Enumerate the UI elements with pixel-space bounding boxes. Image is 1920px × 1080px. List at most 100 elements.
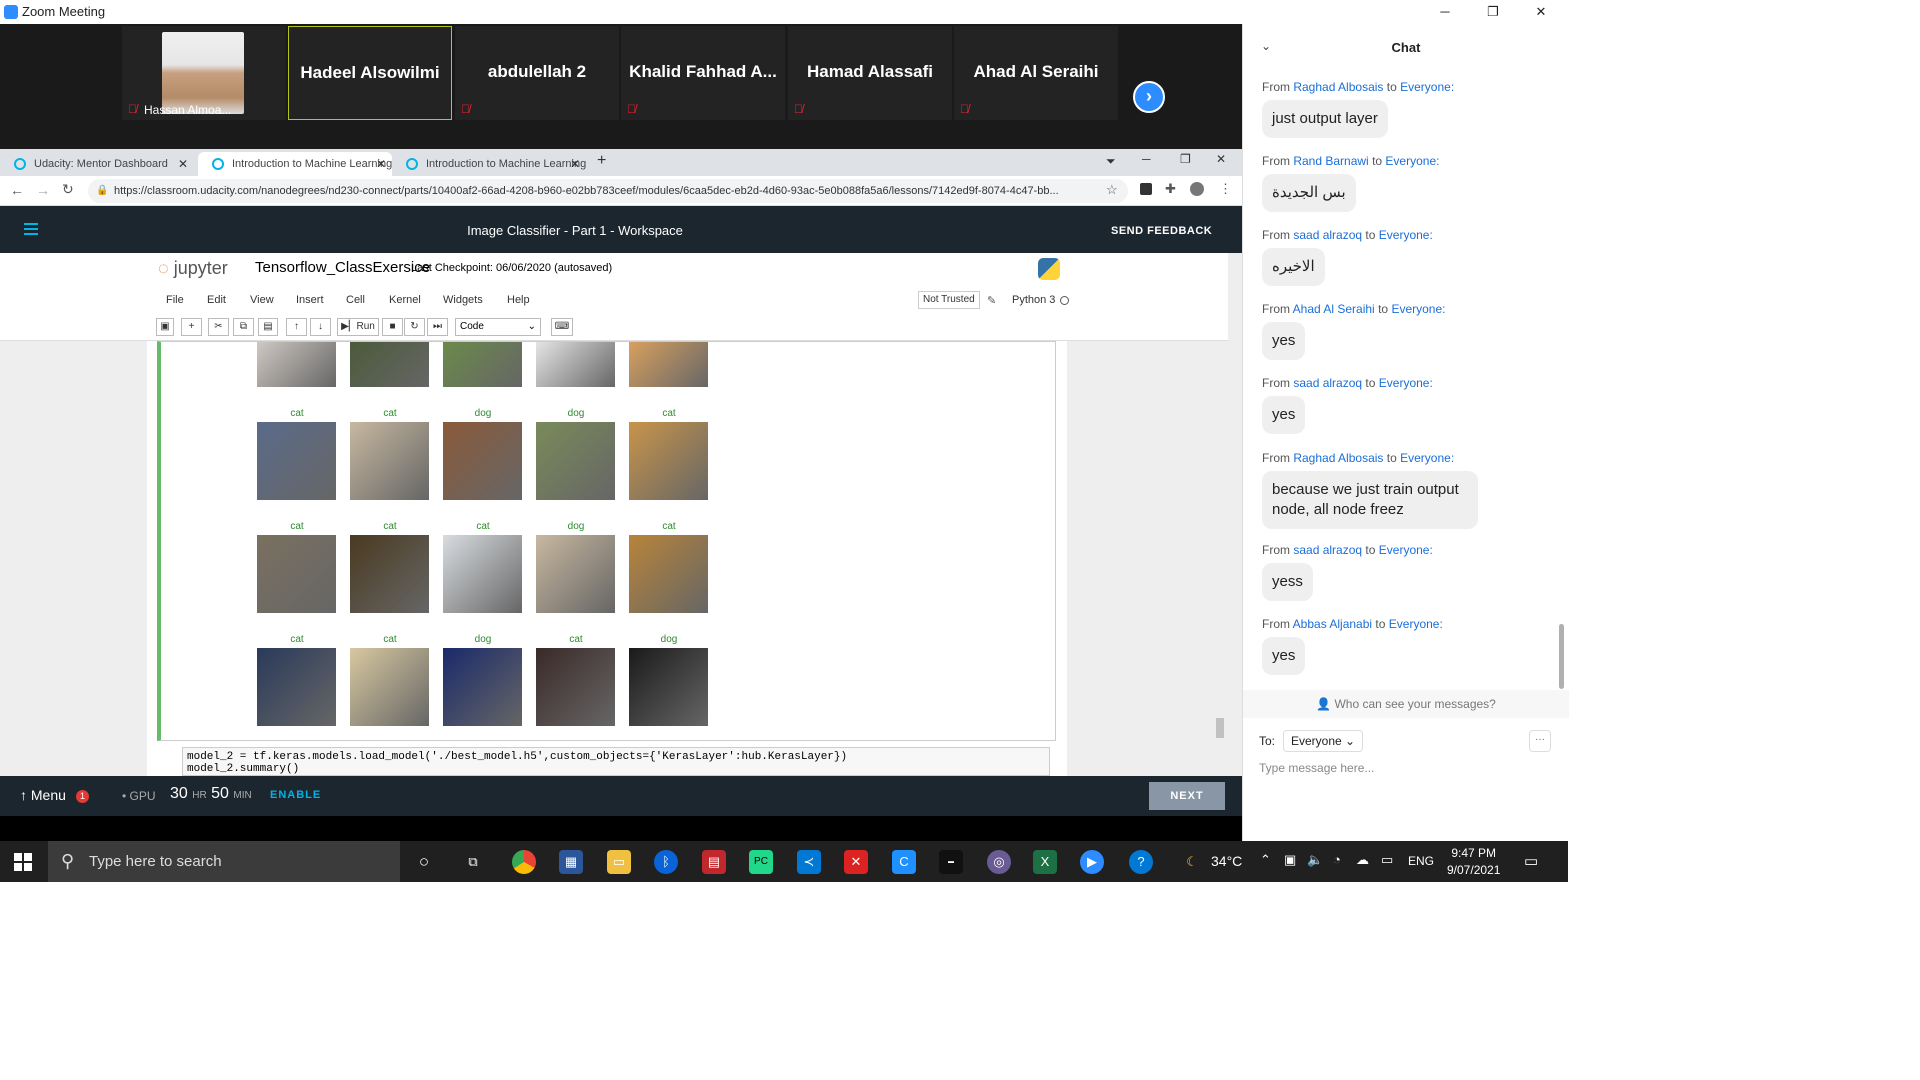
zoom-icon[interactable]: ▶ bbox=[1080, 850, 1104, 874]
minimize-button[interactable]: ─ bbox=[1422, 2, 1468, 22]
paste-icon[interactable]: ▤ bbox=[258, 318, 278, 336]
weather-temperature[interactable]: 34°C bbox=[1211, 853, 1242, 869]
next-participants-button[interactable]: › bbox=[1133, 81, 1165, 113]
restart-run-all-icon[interactable]: ⏭ bbox=[427, 318, 448, 336]
enable-gpu-button[interactable]: ENABLE bbox=[270, 789, 321, 801]
system-clock[interactable]: 9:47 PM 9/07/2021 bbox=[1447, 845, 1500, 879]
edit-pencil-icon[interactable]: ✎ bbox=[987, 294, 996, 307]
url-field[interactable]: https://classroom.udacity.com/nanodegree… bbox=[88, 179, 1128, 203]
notebook-scrollbar[interactable] bbox=[1214, 348, 1226, 768]
code-cell[interactable]: model_2 = tf.keras.models.load_model('./… bbox=[182, 747, 1050, 776]
close-tab-icon[interactable]: ✕ bbox=[178, 152, 188, 176]
excel-icon[interactable]: X bbox=[1033, 850, 1057, 874]
bluetooth-icon[interactable]: ᛒ bbox=[654, 850, 678, 874]
restart-icon[interactable]: ↻ bbox=[404, 318, 425, 336]
back-arrow-icon[interactable]: ← bbox=[10, 182, 24, 198]
sender-name[interactable]: Abbas Aljanabi bbox=[1293, 617, 1372, 631]
app-icon[interactable]: C bbox=[892, 850, 916, 874]
chat-scrollbar[interactable] bbox=[1557, 69, 1565, 689]
sender-name[interactable]: Raghad Albosais bbox=[1293, 451, 1383, 465]
sender-name[interactable]: saad alrazoq bbox=[1293, 543, 1362, 557]
browser-tab[interactable]: Introduction to Machine Learning ✕ bbox=[392, 152, 586, 176]
file-explorer-icon[interactable]: ▭ bbox=[607, 850, 631, 874]
volume-icon[interactable]: 🔈 bbox=[1307, 852, 1323, 868]
notifications-icon[interactable]: ▭ bbox=[1524, 852, 1538, 870]
run-button[interactable]: ▶▏Run bbox=[337, 318, 379, 336]
browser-minimize-icon[interactable]: ─ bbox=[1142, 152, 1151, 166]
menu-button[interactable]: ↑ Menu bbox=[20, 787, 66, 803]
taskbar-search-box[interactable]: ⚲ Type here to search bbox=[48, 841, 400, 882]
more-options-button[interactable]: ··· bbox=[1529, 730, 1551, 752]
app-icon[interactable]: ◎ bbox=[987, 850, 1011, 874]
app-icon[interactable]: ✕ bbox=[844, 850, 868, 874]
command-palette-icon[interactable]: ⌨ bbox=[551, 318, 573, 336]
sender-name[interactable]: saad alrazoq bbox=[1293, 376, 1362, 390]
show-hidden-icons-icon[interactable]: ⌃ bbox=[1260, 852, 1271, 868]
maximize-button[interactable]: ❐ bbox=[1470, 2, 1516, 22]
participant-tile[interactable]: Ahad Al Seraihi 🎙̸ bbox=[954, 26, 1118, 120]
menu-help[interactable]: Help bbox=[507, 294, 530, 306]
sender-name[interactable]: Ahad Al Seraihi bbox=[1293, 302, 1375, 316]
cortana-icon[interactable]: ○ bbox=[412, 850, 436, 874]
close-tab-icon[interactable]: ✕ bbox=[570, 152, 580, 176]
browser-menu-icon[interactable]: ⋮ bbox=[1219, 181, 1232, 197]
app-icon[interactable]: ▤ bbox=[702, 850, 726, 874]
participant-tile[interactable]: abdulellah 2 🎙̸ bbox=[455, 26, 619, 120]
menu-edit[interactable]: Edit bbox=[207, 294, 226, 306]
sender-name[interactable]: Raghad Albosais bbox=[1293, 80, 1383, 94]
not-trusted-badge[interactable]: Not Trusted bbox=[918, 291, 980, 309]
puzzle-extensions-icon[interactable]: ✚ bbox=[1165, 181, 1176, 197]
menu-cell[interactable]: Cell bbox=[346, 294, 365, 306]
weather-moon-icon[interactable]: ☾ bbox=[1180, 850, 1204, 874]
copy-icon[interactable]: ⧉ bbox=[233, 318, 254, 336]
profile-avatar-icon[interactable] bbox=[1190, 182, 1204, 196]
extension-icon[interactable] bbox=[1140, 183, 1152, 195]
chat-message-input[interactable]: Type message here... bbox=[1259, 761, 1374, 775]
vscode-icon[interactable]: ≺ bbox=[797, 850, 821, 874]
next-button[interactable]: NEXT bbox=[1149, 782, 1225, 810]
browser-tab[interactable]: Introduction to Machine Learning ✕ bbox=[198, 152, 392, 176]
input-language[interactable]: ENG bbox=[1408, 854, 1434, 868]
onedrive-icon[interactable]: ☁ bbox=[1356, 852, 1369, 868]
cut-icon[interactable]: ✂ bbox=[208, 318, 229, 336]
browser-close-icon[interactable]: ✕ bbox=[1216, 152, 1226, 166]
reload-icon[interactable]: ↻ bbox=[62, 181, 74, 198]
participant-tile[interactable]: Hadeel Alsowilmi bbox=[288, 26, 452, 120]
forward-arrow-icon[interactable]: → bbox=[36, 182, 50, 198]
tab-search-icon[interactable]: ⏷ bbox=[1106, 154, 1116, 169]
scrollbar-thumb[interactable] bbox=[1216, 718, 1224, 738]
battery-icon[interactable]: ▭ bbox=[1381, 852, 1393, 868]
network-icon[interactable]: ◔ bbox=[1333, 852, 1341, 867]
bookmark-star-icon[interactable]: ☆ bbox=[1106, 182, 1118, 198]
new-tab-button[interactable]: + bbox=[597, 152, 606, 170]
recipient-select[interactable]: Everyone ⌄ bbox=[1283, 730, 1364, 752]
sender-name[interactable]: Rand Barnawi bbox=[1293, 154, 1368, 168]
browser-tab[interactable]: Udacity: Mentor Dashboard ✕ bbox=[0, 152, 194, 176]
menu-kernel[interactable]: Kernel bbox=[389, 294, 421, 306]
participant-tile[interactable]: Hamad Alassafi 🎙̸ bbox=[788, 26, 952, 120]
close-tab-icon[interactable]: ✕ bbox=[376, 152, 386, 176]
scrollbar-thumb[interactable] bbox=[1559, 624, 1564, 689]
participant-tile[interactable]: 🎙̸ Hassan Almoa... bbox=[122, 26, 286, 120]
chrome-icon[interactable] bbox=[512, 850, 536, 874]
move-up-icon[interactable]: ↑ bbox=[286, 318, 307, 336]
help-icon[interactable]: ? bbox=[1129, 850, 1153, 874]
insert-cell-icon[interactable]: + bbox=[181, 318, 202, 336]
save-icon[interactable]: ▣ bbox=[156, 318, 174, 336]
interrupt-icon[interactable]: ■ bbox=[382, 318, 403, 336]
tray-app-icon[interactable]: ▣ bbox=[1284, 852, 1296, 868]
menu-file[interactable]: File bbox=[166, 294, 184, 306]
browser-restore-icon[interactable]: ❐ bbox=[1180, 152, 1191, 166]
pycharm-icon[interactable]: PC bbox=[749, 850, 773, 874]
task-view-icon[interactable]: ⧉ bbox=[461, 850, 485, 874]
participant-tile[interactable]: Khalid Fahhad A... 🎙̸ bbox=[621, 26, 785, 120]
menu-view[interactable]: View bbox=[250, 294, 274, 306]
app-icon[interactable]: ▬ bbox=[939, 850, 963, 874]
menu-insert[interactable]: Insert bbox=[296, 294, 324, 306]
jupyter-logo[interactable]: ◌ jupyter bbox=[158, 258, 228, 279]
app-icon[interactable]: ▦ bbox=[559, 850, 583, 874]
move-down-icon[interactable]: ↓ bbox=[310, 318, 331, 336]
menu-widgets[interactable]: Widgets bbox=[443, 294, 483, 306]
sender-name[interactable]: saad alrazoq bbox=[1293, 228, 1362, 242]
send-feedback-button[interactable]: SEND FEEDBACK bbox=[1111, 225, 1212, 237]
